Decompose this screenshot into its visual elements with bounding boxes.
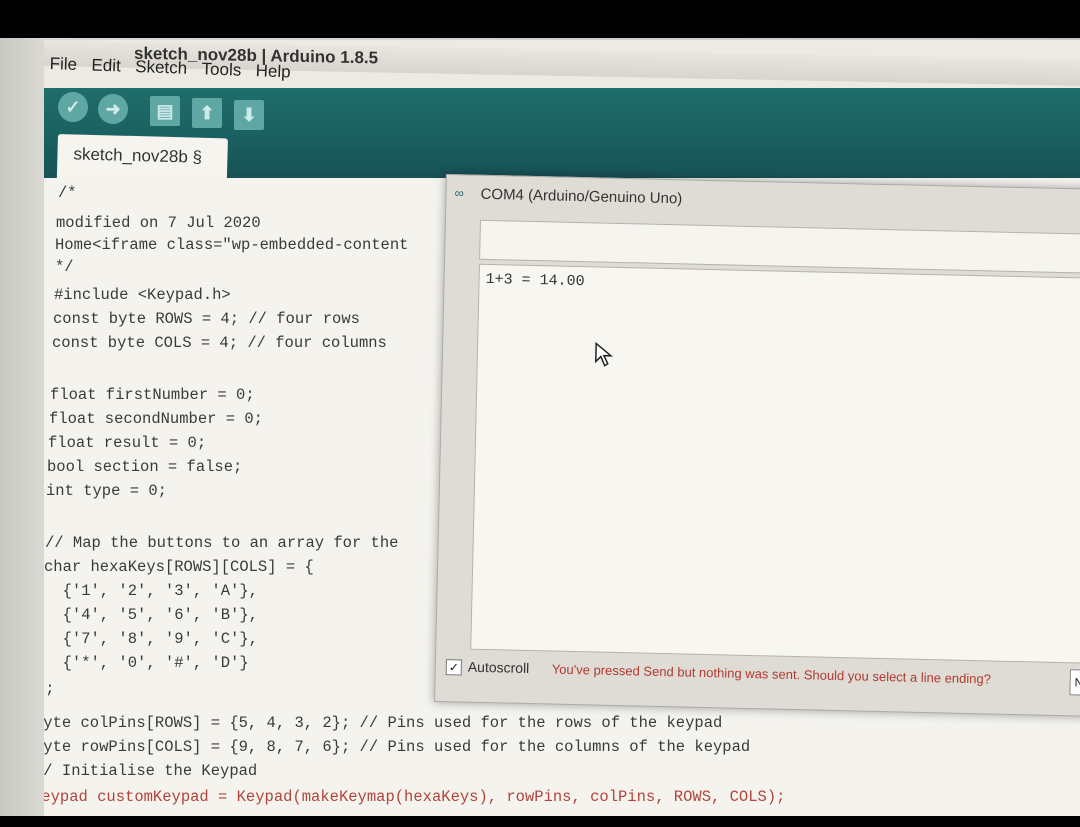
autoscroll-checkbox[interactable]: ✓ bbox=[445, 659, 462, 676]
check-icon: ✓ bbox=[65, 97, 81, 117]
code-line: const byte ROWS = 4; // four rows bbox=[53, 310, 360, 328]
verify-button[interactable]: ✓ bbox=[58, 92, 88, 122]
code-line: float firstNumber = 0; bbox=[50, 386, 255, 404]
code-line: // Map the buttons to an array for the bbox=[45, 534, 399, 552]
serial-monitor-title: COM4 (Arduino/Genuino Uno) bbox=[480, 185, 683, 208]
code-line: Home<iframe class="wp-embedded-content bbox=[55, 236, 409, 254]
code-line: {'*', '0', '#', 'D'} bbox=[44, 654, 249, 672]
top-black-bar bbox=[0, 0, 1080, 40]
code-line: #include <Keypad.h> bbox=[54, 286, 231, 304]
menu-file[interactable]: File bbox=[49, 54, 77, 75]
tab-sketch[interactable]: sketch_nov28b § bbox=[56, 134, 228, 183]
menu-tools[interactable]: Tools bbox=[201, 59, 241, 80]
menu-sketch[interactable]: Sketch bbox=[135, 57, 188, 79]
code-line: {'4', '5', '6', 'B'}, bbox=[44, 606, 258, 624]
menu-edit[interactable]: Edit bbox=[91, 55, 121, 76]
line-ending-select[interactable]: No line ending bbox=[1069, 669, 1080, 697]
code-line: byte rowPins[COLS] = {9, 8, 7, 6}; // Pi… bbox=[44, 738, 751, 756]
code-line: {'7', '8', '9', 'C'}, bbox=[44, 630, 258, 648]
tab-label: sketch_nov28b § bbox=[73, 144, 203, 167]
save-button[interactable]: ⬇ bbox=[234, 100, 264, 130]
code-line: const byte COLS = 4; // four columns bbox=[52, 334, 387, 352]
code-line: Keypad customKeypad = Keypad(makeKeymap(… bbox=[44, 788, 786, 806]
file-icon: ▤ bbox=[156, 101, 174, 121]
upload-button[interactable]: ➜ bbox=[98, 94, 128, 124]
code-line: float secondNumber = 0; bbox=[49, 410, 263, 428]
code-line: /* bbox=[58, 184, 77, 202]
serial-monitor-window: ∞ COM4 (Arduino/Genuino Uno) 1+3 = 14.00… bbox=[434, 174, 1080, 718]
mouse-cursor-icon bbox=[594, 341, 614, 367]
serial-footer: ✓ Autoscroll You've pressed Send but not… bbox=[445, 655, 1080, 701]
serial-output-line: 1+3 = 14.00 bbox=[485, 270, 585, 291]
arrow-right-icon: ➜ bbox=[105, 99, 121, 119]
code-line: {'1', '2', '3', 'A'}, bbox=[44, 582, 258, 600]
bottom-black-bar bbox=[0, 816, 1080, 827]
open-button[interactable]: ⬆ bbox=[192, 98, 222, 128]
code-line: char hexaKeys[ROWS][COLS] = { bbox=[44, 558, 314, 576]
code-line: bool section = false; bbox=[47, 458, 243, 476]
arduino-ide-window: sketch_nov28b | Arduino 1.8.5 File Edit … bbox=[44, 40, 1080, 816]
code-line: float result = 0; bbox=[48, 434, 207, 452]
serial-output-area[interactable]: 1+3 = 14.00 bbox=[470, 263, 1080, 665]
code-line: }; bbox=[44, 680, 55, 698]
code-line: byte colPins[ROWS] = {5, 4, 3, 2}; // Pi… bbox=[44, 714, 723, 732]
code-line: modified on 7 Jul 2020 bbox=[56, 214, 261, 232]
arrow-up-icon: ⬆ bbox=[199, 103, 215, 123]
arrow-down-icon: ⬇ bbox=[241, 105, 257, 125]
menu-help[interactable]: Help bbox=[255, 61, 291, 82]
code-line: int type = 0; bbox=[46, 482, 167, 500]
autoscroll-label: Autoscroll bbox=[467, 658, 530, 677]
code-line: */ bbox=[55, 258, 74, 276]
code-line: // Initialise the Keypad bbox=[44, 762, 258, 780]
new-button[interactable]: ▤ bbox=[150, 96, 180, 126]
line-ending-warning: You've pressed Send but nothing was sent… bbox=[551, 661, 992, 687]
arduino-infinity-icon: ∞ bbox=[454, 185, 465, 201]
